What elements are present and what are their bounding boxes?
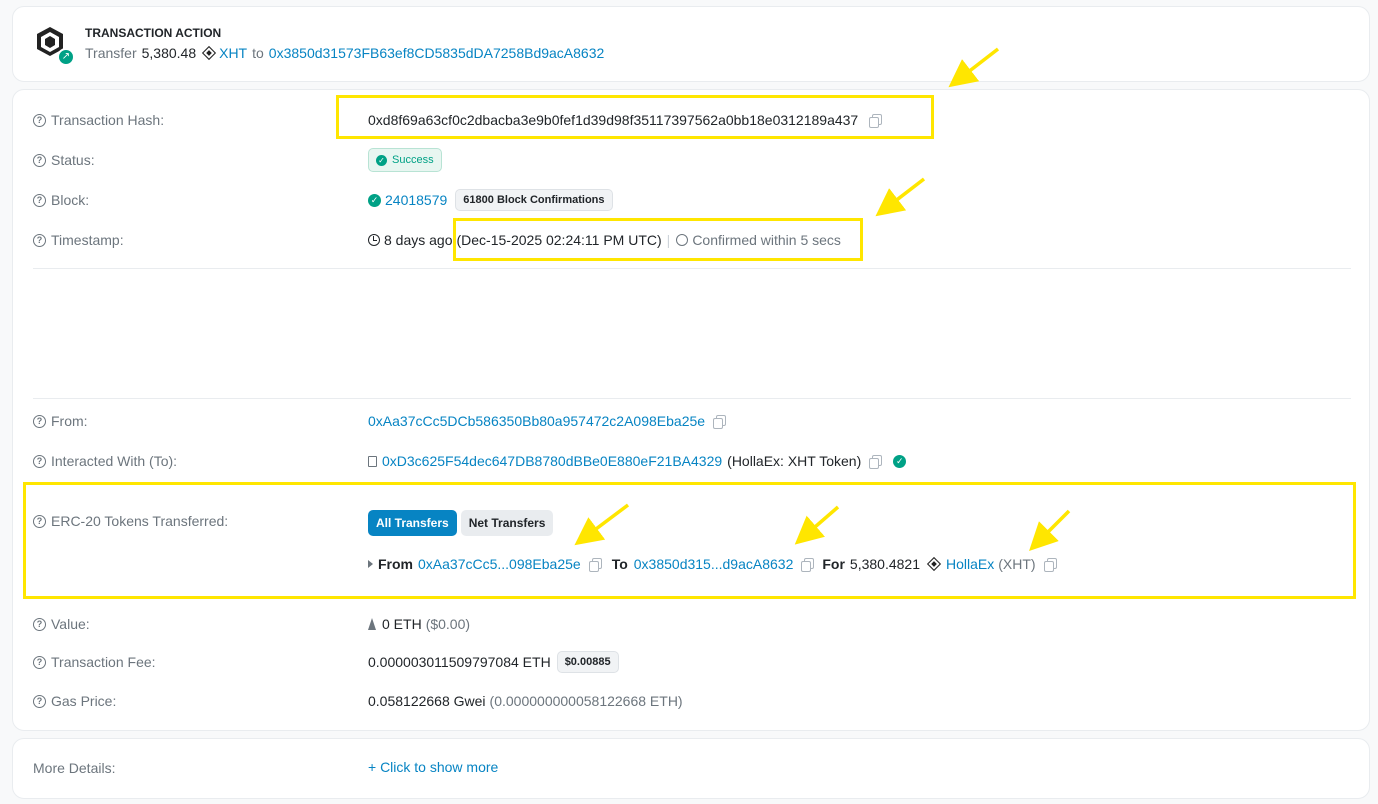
timestamp-label-text: Timestamp:	[51, 232, 124, 248]
to-label: ? Interacted With (To):	[33, 451, 177, 471]
ethereum-icon	[368, 618, 376, 630]
help-icon[interactable]: ?	[33, 454, 46, 468]
xht-token-icon	[202, 45, 217, 61]
from-label: ? From:	[33, 411, 88, 431]
more-details-label: More Details:	[33, 760, 116, 776]
from-value-row: 0xAa37cCc5DCb586350Bb80a957472c2A098Eba2…	[368, 411, 727, 431]
show-more-link[interactable]: + Click to show more	[368, 759, 498, 775]
verified-contract-icon: ✓	[893, 454, 907, 468]
fee-label: ? Transaction Fee:	[33, 652, 156, 672]
help-icon[interactable]: ?	[33, 414, 46, 428]
to-contract-name: (HollaEx: XHT Token)	[727, 453, 862, 469]
gas-row: 0.058122668 Gwei (0.000000000058122668 E…	[368, 691, 683, 711]
divider	[33, 268, 1351, 269]
action-amount: 5,380.48	[141, 45, 197, 61]
status-badge: ✓ Success	[368, 148, 442, 172]
status-label-text: Status:	[51, 152, 95, 168]
contract-file-icon	[368, 455, 377, 467]
fee-value: 0.000003011509797084 ETH	[368, 654, 551, 670]
block-label-text: Block:	[51, 192, 90, 208]
more-details-card: More Details: + Click to show more	[12, 738, 1370, 799]
gas-value: 0.058122668 Gwei	[368, 693, 486, 709]
help-icon[interactable]: ?	[33, 233, 46, 247]
highlight-erc20-box	[23, 482, 1356, 599]
action-token-link[interactable]: XHT	[219, 45, 247, 61]
divider	[33, 398, 1351, 399]
value-eth: 0 ETH	[382, 616, 422, 632]
block-confirmations-badge: 61800 Block Confirmations	[455, 189, 613, 211]
fee-row: 0.000003011509797084 ETH $0.00885	[368, 651, 619, 673]
action-verb: Transfer	[85, 45, 137, 61]
gas-eth: (0.000000000058122668 ETH)	[489, 693, 683, 709]
status-value-row: ✓ Success	[368, 147, 442, 173]
transaction-details-card: ? Transaction Hash: 0xd8f69a63cf0c2dbacb…	[12, 89, 1370, 731]
block-number-link[interactable]: 24018579	[385, 192, 447, 208]
highlight-timestamp-box	[453, 218, 863, 261]
timestamp-label: ? Timestamp:	[33, 230, 124, 250]
from-address-link[interactable]: 0xAa37cCc5DCb586350Bb80a957472c2A098Eba2…	[368, 413, 705, 429]
copy-to-icon[interactable]	[869, 455, 883, 469]
help-icon[interactable]: ?	[33, 153, 46, 167]
hash-label: ? Transaction Hash:	[33, 110, 164, 130]
status-text: Success	[392, 154, 434, 166]
highlight-hash-box	[336, 95, 934, 139]
gas-label-text: Gas Price:	[51, 693, 117, 709]
check-circle-icon: ✓	[376, 154, 387, 166]
to-value-row: 0xD3c625F54dec647DB8780dBBe0E880eF21BA43…	[368, 451, 910, 471]
value-usd: ($0.00)	[425, 616, 471, 632]
block-label: ? Block:	[33, 190, 89, 210]
block-value-row: ✓ 24018579 61800 Block Confirmations	[368, 188, 613, 212]
to-address-link[interactable]: 0xD3c625F54dec647DB8780dBBe0E880eF21BA43…	[382, 453, 722, 469]
action-to-address-link[interactable]: 0x3850d31573FB63ef8CD5835dDA7258Bd9acA86…	[269, 45, 605, 61]
block-confirmed-icon: ✓	[368, 193, 381, 207]
timestamp-ago: 8 days ago	[384, 232, 453, 248]
help-icon[interactable]: ?	[33, 655, 46, 669]
to-label-text: Interacted With (To):	[51, 453, 178, 469]
gas-label: ? Gas Price:	[33, 691, 116, 711]
transfer-badge-icon: ↗	[57, 48, 75, 66]
fee-label-text: Transaction Fee:	[51, 654, 156, 670]
fee-usd-badge: $0.00885	[556, 651, 619, 673]
from-label-text: From:	[51, 413, 88, 429]
action-to-word: to	[252, 45, 264, 61]
value-label: ? Value:	[33, 614, 90, 634]
help-icon[interactable]: ?	[33, 694, 46, 708]
status-label: ? Status:	[33, 150, 95, 170]
copy-from-icon[interactable]	[713, 415, 727, 429]
value-label-text: Value:	[51, 616, 90, 632]
clock-icon	[368, 234, 380, 246]
action-title: TRANSACTION ACTION	[85, 26, 222, 40]
help-icon[interactable]: ?	[33, 113, 46, 127]
hash-label-text: Transaction Hash:	[51, 112, 165, 128]
transaction-action-card: ↗ TRANSACTION ACTION Transfer 5,380.48 X…	[12, 6, 1370, 82]
help-icon[interactable]: ?	[33, 617, 46, 631]
help-icon[interactable]: ?	[33, 193, 46, 207]
value-row: 0 ETH ($0.00)	[368, 614, 470, 634]
